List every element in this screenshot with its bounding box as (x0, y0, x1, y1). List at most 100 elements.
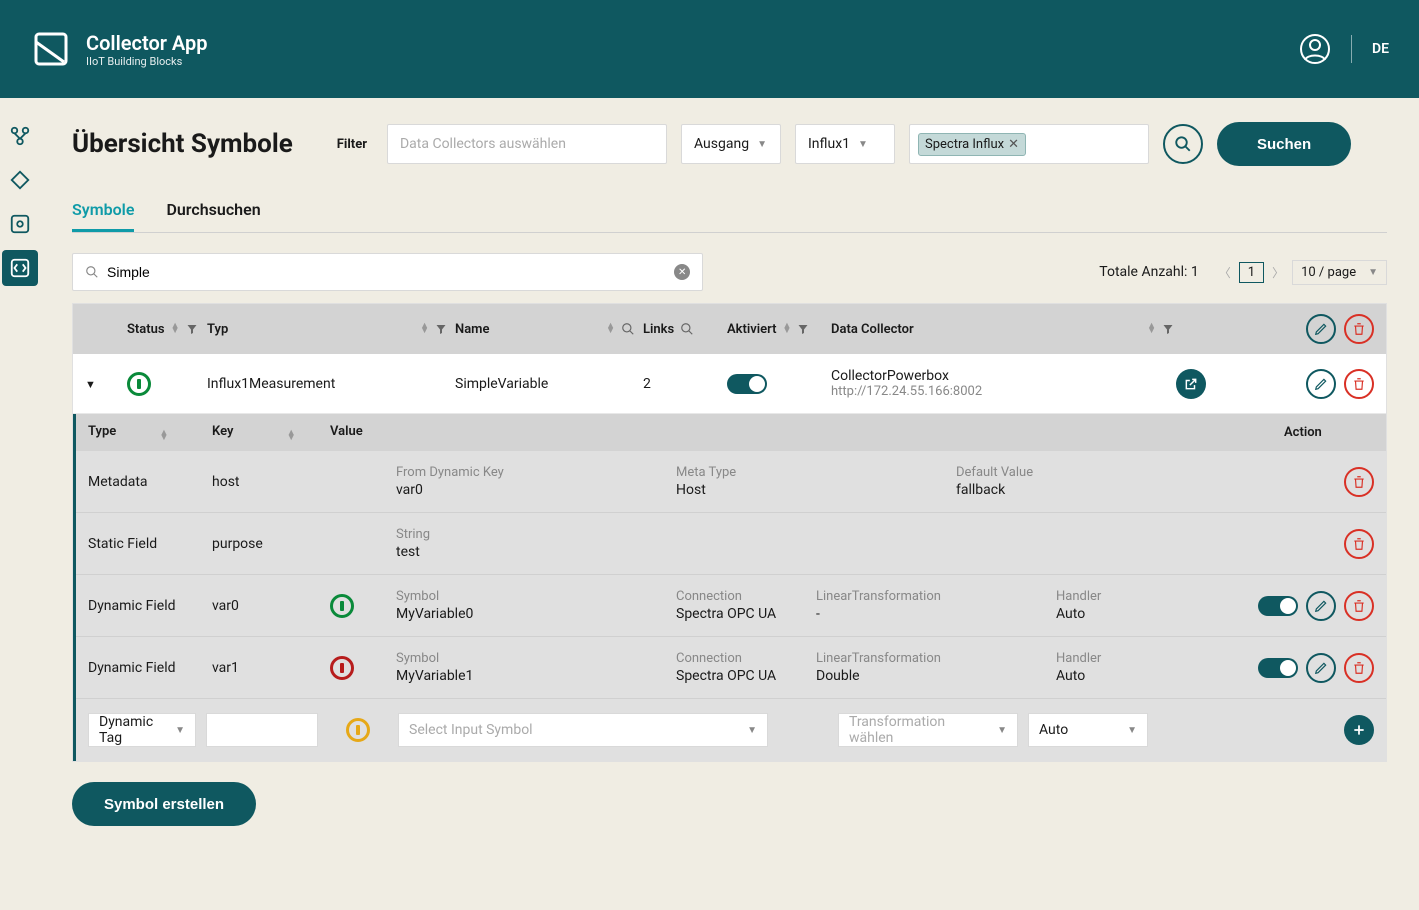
logo-area: Collector App IIoT Building Blocks (30, 28, 208, 70)
value-value: fallback (956, 482, 1196, 498)
edit-row-button[interactable] (1306, 369, 1336, 399)
direction-select[interactable]: Ausgang ▼ (681, 124, 781, 164)
value-label: Default Value (956, 465, 1196, 480)
tab-durchsuchen[interactable]: Durchsuchen (166, 190, 260, 232)
add-type-select[interactable]: Dynamic Tag▼ (88, 713, 196, 747)
data-collectors-select[interactable]: Data Collectors auswählen (387, 124, 667, 164)
filter-icon[interactable] (186, 323, 198, 335)
page-next-icon[interactable]: 〉 (1272, 264, 1284, 281)
search-button[interactable]: Suchen (1217, 122, 1351, 166)
add-row-button[interactable] (1344, 715, 1374, 745)
nested-edit-button[interactable] (1306, 653, 1336, 683)
nested-delete-button[interactable] (1344, 467, 1374, 497)
sidebar-item-connections[interactable] (2, 118, 38, 154)
nested-cell-key: var1 (212, 660, 330, 676)
ncol-key[interactable]: Key ▲▼ (212, 424, 330, 441)
total-count: Totale Anzahl: 1 (1099, 264, 1198, 280)
filter-label: Filter (337, 137, 367, 152)
page-size-select[interactable]: 10 / page▼ (1292, 260, 1387, 285)
col-status[interactable]: Status ▲▼ (127, 322, 199, 337)
symbol-search-input[interactable] (107, 264, 666, 280)
edit-all-button[interactable] (1306, 314, 1336, 344)
filter-tag: Spectra Influx ✕ (918, 133, 1026, 156)
nested-toggle[interactable] (1258, 658, 1298, 678)
clear-search-icon[interactable]: ✕ (674, 264, 690, 280)
create-symbol-button[interactable]: Symbol erstellen (72, 782, 256, 826)
open-link-button[interactable] (1176, 369, 1206, 399)
value-value: Spectra OPC UA (676, 606, 816, 622)
col-name[interactable]: Name ▲▼ (455, 322, 635, 337)
activate-toggle[interactable] (727, 374, 767, 394)
sort-icon[interactable]: ▲▼ (1147, 324, 1156, 334)
sort-icon[interactable]: ▲▼ (171, 324, 180, 334)
app-logo-icon (30, 28, 72, 70)
status-indicator (346, 718, 370, 742)
trash-icon (1352, 475, 1366, 489)
delete-row-button[interactable] (1344, 369, 1374, 399)
nested-delete-button[interactable] (1344, 591, 1374, 621)
filter-search-button[interactable] (1163, 124, 1203, 164)
external-link-icon (1184, 377, 1198, 391)
nested-row: Dynamic Fieldvar0SymbolMyVariable0Connec… (76, 575, 1386, 637)
expand-row-icon[interactable]: ▼ (85, 378, 96, 391)
value-label: Connection (676, 589, 816, 604)
nested-edit-button[interactable] (1306, 591, 1336, 621)
nested-cell-type: Dynamic Field (88, 660, 212, 676)
value-label: String (396, 527, 676, 542)
tag-remove-icon[interactable]: ✕ (1008, 137, 1019, 152)
add-transform-select[interactable]: Transformation wählen▼ (838, 713, 1018, 747)
sidebar-item-links[interactable] (2, 206, 38, 242)
trash-icon (1352, 322, 1366, 336)
channel-select[interactable]: Influx1 ▼ (795, 124, 895, 164)
value-value: var0 (396, 482, 676, 498)
value-value: test (396, 544, 676, 560)
tab-symbole[interactable]: Symbole (72, 190, 134, 232)
ncol-type[interactable]: Type ▲▼ (88, 424, 212, 441)
edit-icon (1314, 599, 1328, 613)
nested-row: Dynamic Fieldvar1SymbolMyVariable1Connec… (76, 637, 1386, 699)
user-icon[interactable] (1299, 33, 1331, 65)
nested-cell-key: var0 (212, 598, 330, 614)
filter-icon[interactable] (797, 323, 809, 335)
search-icon[interactable] (621, 322, 635, 336)
value-label: Handler (1056, 589, 1166, 604)
col-links[interactable]: Links (643, 322, 719, 337)
col-aktiviert[interactable]: Aktiviert ▲▼ (727, 322, 823, 337)
sidebar-item-symbols[interactable] (2, 250, 38, 286)
sort-icon[interactable]: ▲▼ (606, 324, 615, 334)
symbol-search-box[interactable]: ✕ (72, 253, 703, 291)
language-switch[interactable]: DE (1372, 41, 1389, 57)
delete-all-button[interactable] (1344, 314, 1374, 344)
nested-table: Type ▲▼ Key ▲▼ Value Action Metadatahost… (73, 414, 1386, 761)
col-typ[interactable]: Typ ▲▼ (207, 322, 447, 337)
value-value: Double (816, 668, 1056, 684)
sidebar-item-channels[interactable] (2, 162, 38, 198)
status-indicator (330, 594, 354, 618)
search-icon[interactable] (680, 322, 694, 336)
tag-filter-input[interactable]: Spectra Influx ✕ (909, 124, 1149, 164)
add-symbol-select[interactable]: Select Input Symbol▼ (398, 713, 768, 747)
value-label: Symbol (396, 589, 676, 604)
ncol-value: Value (330, 424, 1224, 441)
header-divider (1351, 35, 1352, 63)
col-data-collector[interactable]: Data Collector ▲▼ (831, 322, 1174, 337)
edit-icon (1314, 377, 1328, 391)
value-value: Host (676, 482, 956, 498)
nested-toggle[interactable] (1258, 596, 1298, 616)
filter-icon[interactable] (435, 323, 447, 335)
nested-delete-button[interactable] (1344, 529, 1374, 559)
cell-typ: Influx1Measurement (207, 376, 447, 392)
add-key-input[interactable] (206, 713, 318, 747)
page-prev-icon[interactable]: 〈 (1219, 264, 1231, 281)
add-handler-select[interactable]: Auto▼ (1028, 713, 1148, 747)
page-current[interactable]: 1 (1239, 262, 1264, 283)
sort-icon[interactable]: ▲▼ (783, 324, 792, 334)
sort-icon[interactable]: ▲▼ (420, 324, 429, 334)
nested-cell-type: Dynamic Field (88, 598, 212, 614)
filter-icon[interactable] (1162, 323, 1174, 335)
nested-delete-button[interactable] (1344, 653, 1374, 683)
symbols-table: Status ▲▼ Typ ▲▼ Name ▲▼ Links (72, 303, 1387, 762)
chevron-down-icon: ▼ (858, 139, 868, 150)
pagination: 〈 1 〉 10 / page▼ (1219, 260, 1387, 285)
chevron-down-icon: ▼ (757, 139, 767, 150)
